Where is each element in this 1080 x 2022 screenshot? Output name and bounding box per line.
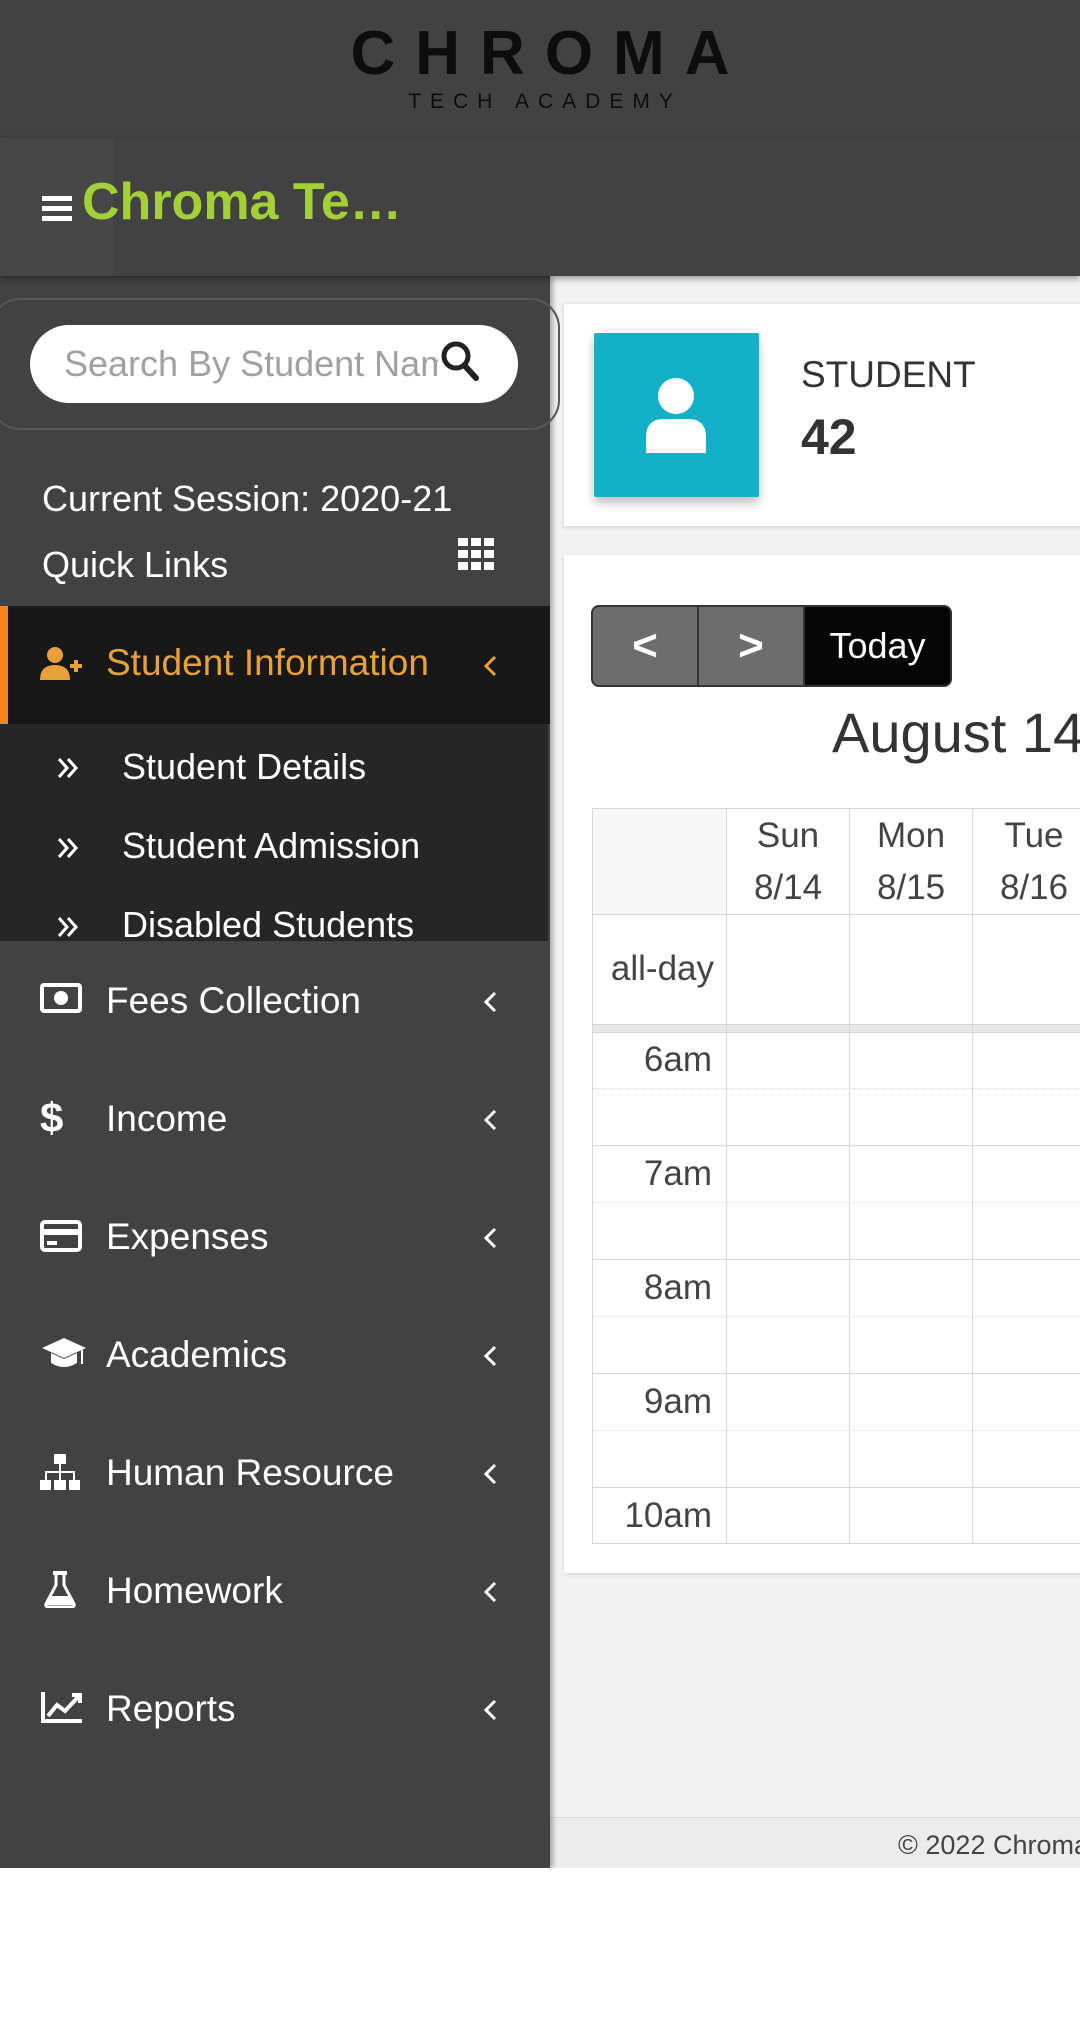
sidebar-item-label: Academics	[106, 1334, 287, 1375]
chevron-left-icon	[483, 1699, 497, 1721]
hamburger-icon	[42, 196, 72, 226]
chevron-left-icon	[483, 1463, 497, 1485]
sidebar-item-homework[interactable]: Homework	[0, 1550, 550, 1630]
calendar-title: August 14 – 20, 2022	[832, 701, 1080, 764]
chevron-left-icon	[483, 655, 497, 677]
sidebar-item-label: Reports	[106, 1688, 236, 1729]
calendar-prev-button[interactable]: <	[591, 605, 699, 687]
chevron-left-icon	[483, 1345, 497, 1367]
day-date: 8/16	[999, 868, 1069, 907]
credit-card-icon	[40, 1220, 82, 1252]
calendar-today-button[interactable]: Today	[803, 605, 952, 687]
sidebar-item-academics[interactable]: Academics	[0, 1314, 550, 1394]
sidebar-item-student-information[interactable]: Student Information	[0, 606, 550, 724]
student-information-submenu: Student Details Student Admission Disabl…	[0, 724, 548, 941]
chevron-left-icon	[483, 991, 497, 1013]
sidebar-item-label: Expenses	[106, 1216, 269, 1257]
day-name: Mon	[876, 816, 946, 855]
calendar-slot-6am: 6am	[643, 1040, 712, 1079]
calendar-slot-8am: 8am	[643, 1268, 712, 1307]
top-header: Chroma Te…	[0, 138, 1080, 276]
logo-bar: CHROMA TECH ACADEMY	[0, 0, 1080, 138]
footer: © 2022 Chroma Tech Academy	[550, 1817, 1080, 1868]
sidebar-item-reports[interactable]: Reports	[0, 1668, 550, 1748]
chevron-left-icon	[483, 1581, 497, 1603]
day-date: 8/14	[753, 868, 823, 907]
sidebar-subitem-student-details[interactable]: Student Details	[122, 746, 366, 788]
sidebar-item-label: Income	[106, 1098, 228, 1139]
logo-main-text: CHROMA	[350, 19, 750, 88]
double-chevron-right-icon	[57, 838, 79, 858]
day-date: 8/15	[876, 868, 946, 907]
current-session: Current Session: 2020-21	[42, 478, 453, 519]
calendar-slot-7am: 7am	[643, 1154, 712, 1193]
sidebar-item-label: Fees Collection	[106, 980, 362, 1021]
calendar-allday-label: all-day	[610, 949, 714, 988]
brand-title: Chroma Te…	[82, 173, 402, 231]
sitemap-icon	[40, 1454, 80, 1490]
sidebar-item-income[interactable]: $ Income	[0, 1078, 550, 1158]
day-name: Sun	[756, 816, 820, 855]
student-stat-label: STUDENT	[801, 354, 976, 395]
line-chart-icon	[41, 1692, 82, 1723]
logo-sub-text: TECH ACADEMY	[408, 90, 682, 113]
sidebar-item-label: Human Resource	[106, 1452, 394, 1493]
calendar-slot-9am: 9am	[643, 1382, 712, 1421]
day-name: Tue	[1004, 816, 1064, 855]
sidebar-item-human-resource[interactable]: Human Resource	[0, 1432, 550, 1512]
double-chevron-right-icon	[57, 758, 79, 778]
app-root: CHROMA TECH ACADEMY Chroma Te… NO IMAGE	[0, 0, 1080, 1868]
flask-icon	[44, 1571, 76, 1608]
student-stat-count: 42	[801, 409, 857, 465]
calendar-day-header-sun[interactable]: Sun 8/14	[727, 810, 849, 914]
student-stat-icon-box	[594, 333, 759, 497]
user-icon	[646, 378, 706, 453]
sidebar-subitem-student-admission[interactable]: Student Admission	[122, 825, 420, 867]
grid-icon[interactable]	[458, 538, 494, 570]
calendar-next-button[interactable]: >	[697, 605, 805, 687]
user-plus-icon	[40, 647, 82, 680]
sidebar-item-fees-collection[interactable]: Fees Collection	[0, 960, 550, 1040]
footer-copyright: © 2022 Chroma Tech Academy	[898, 1830, 1080, 1860]
sidebar-item-label: Homework	[106, 1570, 283, 1611]
sidebar-item-label: Student Information	[106, 642, 429, 683]
double-chevron-right-icon	[57, 917, 79, 937]
graduation-cap-icon	[42, 1338, 86, 1367]
dollar-icon: $	[40, 1094, 64, 1141]
chevron-left-icon	[483, 1109, 497, 1131]
search-icon[interactable]	[440, 340, 480, 382]
sidebar-item-expenses[interactable]: Expenses	[0, 1196, 550, 1276]
sidebar-subitem-disabled-students[interactable]: Disabled Students	[122, 904, 414, 941]
money-bill-icon	[40, 983, 82, 1013]
calendar-day-header-mon[interactable]: Mon 8/15	[850, 810, 972, 914]
calendar-day-header-tue[interactable]: Tue 8/16	[973, 810, 1080, 914]
quick-links-label[interactable]: Quick Links	[42, 544, 228, 586]
chevron-left-icon	[483, 1227, 497, 1249]
calendar-slot-10am: 10am	[624, 1496, 712, 1535]
